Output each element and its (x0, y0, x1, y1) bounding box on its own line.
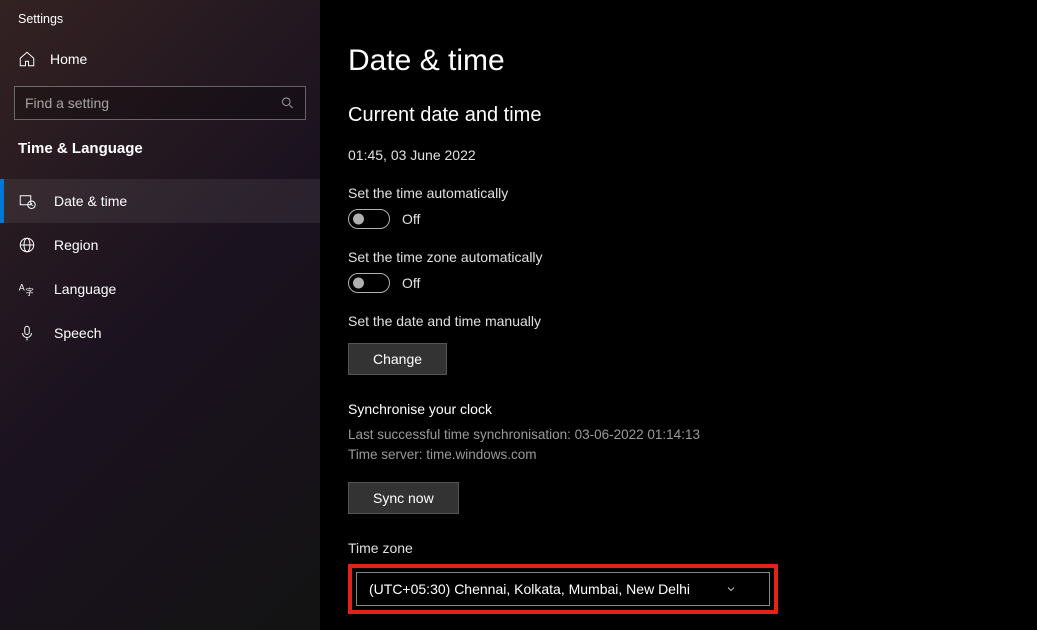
manual-block: Set the date and time manually Change (348, 313, 1009, 375)
timezone-dropdown[interactable]: (UTC+05:30) Chennai, Kolkata, Mumbai, Ne… (356, 572, 770, 606)
timezone-highlight-annotation: (UTC+05:30) Chennai, Kolkata, Mumbai, Ne… (348, 564, 778, 614)
auto-time-toggle[interactable] (348, 209, 390, 229)
svg-text:A: A (19, 283, 25, 293)
main-content: Date & time Current date and time 01:45,… (320, 0, 1037, 630)
sync-block: Synchronise your clock Last successful t… (348, 401, 1009, 514)
sync-now-button[interactable]: Sync now (348, 482, 459, 514)
sync-server: Time server: time.windows.com (348, 445, 1009, 465)
sidebar: Settings Home Time & Language Date & tim… (0, 0, 320, 630)
sidebar-item-speech[interactable]: Speech (0, 311, 320, 355)
sidebar-item-date-time[interactable]: Date & time (0, 179, 320, 223)
search-input[interactable] (25, 95, 280, 111)
sidebar-item-label: Date & time (54, 193, 127, 209)
sync-last: Last successful time synchronisation: 03… (348, 425, 1009, 445)
sidebar-item-label: Region (54, 237, 98, 253)
sidebar-item-label: Speech (54, 325, 101, 341)
auto-tz-state: Off (402, 275, 420, 291)
sync-heading: Synchronise your clock (348, 401, 1009, 417)
manual-label: Set the date and time manually (348, 313, 1009, 329)
sidebar-item-language[interactable]: A字 Language (0, 267, 320, 311)
microphone-icon (18, 324, 36, 342)
auto-time-label: Set the time automatically (348, 185, 1009, 201)
change-button[interactable]: Change (348, 343, 447, 375)
home-icon (18, 50, 36, 68)
chevron-down-icon (725, 583, 737, 595)
timezone-selected-value: (UTC+05:30) Chennai, Kolkata, Mumbai, Ne… (369, 581, 690, 597)
svg-text:字: 字 (26, 287, 34, 297)
current-datetime-value: 01:45, 03 June 2022 (348, 147, 1009, 163)
search-input-container[interactable] (14, 86, 306, 120)
calendar-clock-icon (18, 192, 36, 210)
sidebar-section-title: Time & Language (0, 134, 320, 169)
language-icon: A字 (18, 280, 36, 298)
auto-tz-label: Set the time zone automatically (348, 249, 1009, 265)
sidebar-item-label: Language (54, 281, 116, 297)
nav-list: Date & time Region A字 Language Speech (0, 179, 320, 355)
home-label: Home (50, 51, 87, 67)
auto-tz-block: Set the time zone automatically Off (348, 249, 1009, 293)
app-title: Settings (0, 4, 320, 40)
globe-icon (18, 236, 36, 254)
home-nav-item[interactable]: Home (0, 40, 320, 78)
page-title: Date & time (348, 44, 1009, 78)
sidebar-item-region[interactable]: Region (0, 223, 320, 267)
timezone-label: Time zone (348, 540, 1009, 556)
auto-tz-toggle[interactable] (348, 273, 390, 293)
search-icon (280, 95, 295, 111)
current-heading: Current date and time (348, 104, 1009, 127)
auto-time-state: Off (402, 211, 420, 227)
auto-time-block: Set the time automatically Off (348, 185, 1009, 229)
